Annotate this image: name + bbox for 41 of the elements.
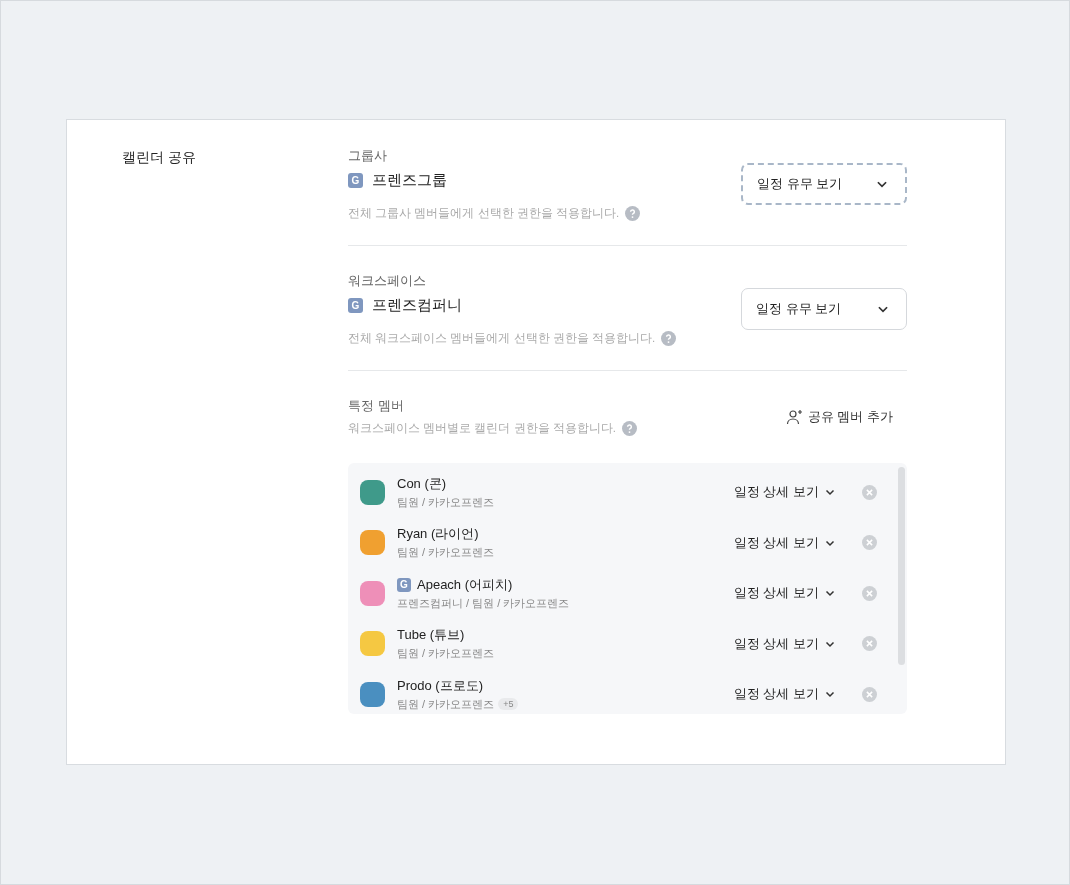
help-icon[interactable]: [622, 421, 637, 436]
scrollbar[interactable]: [898, 467, 905, 665]
member-affiliation: 팀원 / 카카오프렌즈: [397, 646, 495, 662]
remove-icon[interactable]: [862, 535, 877, 551]
scope-heading: 워크스페이스: [348, 272, 427, 290]
member-affiliation: 팀원 / 카카오프렌즈: [397, 696, 495, 712]
member-affiliation: 팀원 / 카카오프렌즈: [397, 494, 495, 510]
add-person-icon: [785, 408, 804, 425]
add-member-button[interactable]: 공유 멤버 추가: [785, 407, 907, 426]
permission-select[interactable]: 일정 상세 보기: [727, 532, 842, 553]
scope-name: 프렌즈컴퍼니: [372, 296, 462, 315]
group-badge: G: [348, 173, 363, 188]
member-name: Tube (튜브): [397, 626, 465, 645]
permission-select[interactable]: 일정 상세 보기: [727, 684, 842, 705]
help-icon[interactable]: [661, 331, 677, 346]
member-name: Ryan (라이언): [397, 525, 479, 544]
member-affiliation: 프렌즈컴퍼니 / 팀원 / 카카오프렌즈: [397, 595, 570, 611]
member-name: Prodo (프로도): [397, 676, 483, 695]
scope-name: 프렌즈그룹: [372, 171, 447, 190]
section-title: 캘린더 공유: [122, 148, 197, 167]
group-badge: G: [397, 577, 411, 592]
member-name: Con (콘): [397, 474, 447, 493]
permission-dropdown[interactable]: 일정 유무 보기: [741, 163, 907, 205]
scope-description: 전체 그룹사 멤버들에게 선택한 권한을 적용합니다.: [348, 206, 620, 221]
scope-description: 전체 워크스페이스 멤버들에게 선택한 권한을 적용합니다.: [348, 331, 656, 346]
permission-select[interactable]: 일정 상세 보기: [727, 633, 842, 654]
help-icon[interactable]: [625, 206, 641, 221]
group-badge: G: [348, 298, 363, 313]
member-name: Apeach (어피치): [417, 575, 513, 594]
permission-dropdown[interactable]: 일정 유무 보기: [741, 288, 907, 330]
permission-select[interactable]: 일정 상세 보기: [727, 583, 842, 604]
members-heading: 특정 멤버: [348, 397, 405, 415]
remove-icon[interactable]: [862, 636, 877, 652]
remove-icon[interactable]: [862, 686, 877, 702]
members-description: 워크스페이스 멤버별로 캘린더 권한을 적용합니다.: [348, 421, 616, 436]
more-count: +5: [498, 698, 519, 711]
remove-icon[interactable]: [862, 585, 877, 601]
member-affiliation: 팀원 / 카카오프렌즈: [397, 545, 495, 561]
remove-icon[interactable]: [862, 484, 877, 500]
scope-heading: 그룹사: [348, 147, 388, 165]
permission-select[interactable]: 일정 상세 보기: [727, 482, 842, 503]
